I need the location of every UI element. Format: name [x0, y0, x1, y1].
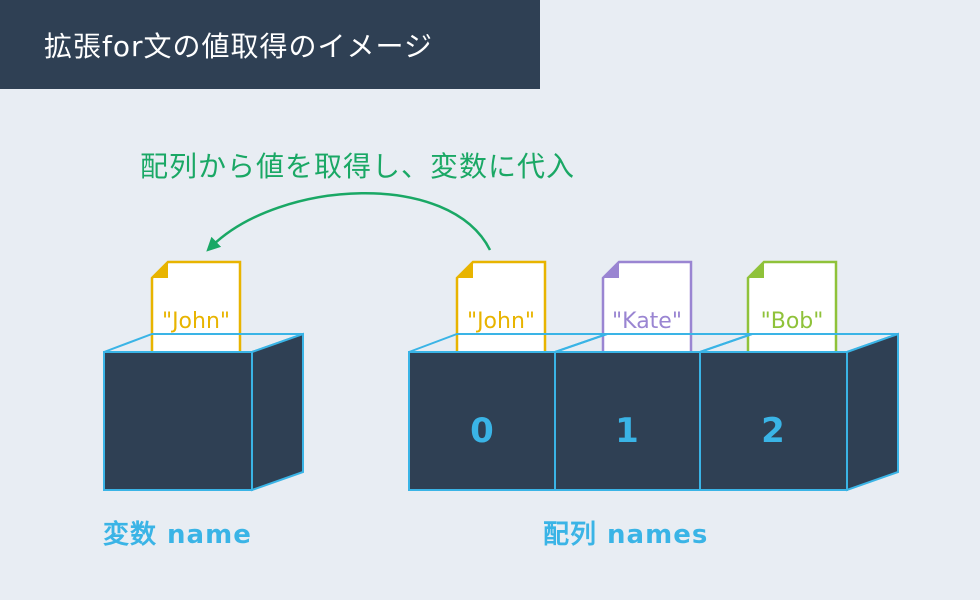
- diagram-graphic: "John" "John" "Kate" "Bob" 0 1 2: [103, 192, 899, 492]
- variable-label: 変数 name: [103, 520, 252, 550]
- array-card-0: "John": [455, 260, 547, 357]
- array-card-2: "Bob": [746, 260, 838, 357]
- variable-card-text: "John": [162, 309, 230, 334]
- array-box: "John" "Kate" "Bob" 0 1 2: [408, 260, 899, 492]
- array-card-text-0: "John": [467, 309, 535, 334]
- array-label: 配列 names: [543, 520, 709, 550]
- array-card-text-2: "Bob": [761, 309, 824, 334]
- variable-box: "John": [103, 260, 304, 492]
- variable-value-card: "John": [150, 260, 242, 357]
- array-index-2: 2: [761, 411, 785, 451]
- array-card-text-1: "Kate": [612, 309, 682, 334]
- array-index-1: 1: [615, 411, 639, 451]
- diagram-canvas: 拡張for文の値取得のイメージ 配列から値を取得し、変数に代入 "John" "…: [0, 0, 980, 600]
- array-card-1: "Kate": [601, 260, 693, 357]
- array-index-0: 0: [470, 411, 494, 451]
- assignment-arrow: [206, 192, 492, 252]
